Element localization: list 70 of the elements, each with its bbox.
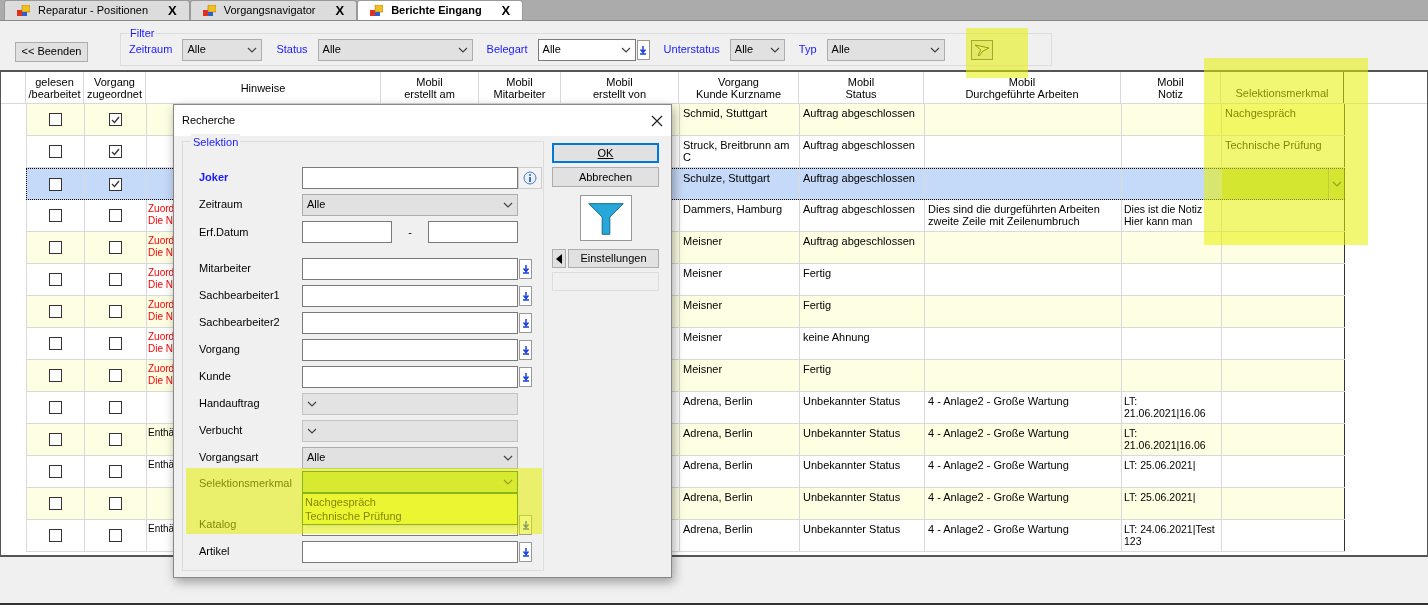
- table-cell-text: Dammers, Hamburg: [682, 202, 784, 215]
- table-cell: Zuord Die N: [147, 203, 175, 227]
- table-cell-text: Auftrag abgeschlossen: [802, 234, 916, 247]
- table-cell-text: Nachgespräch: [1224, 106, 1297, 119]
- table-cell-text: Auftrag abgeschlossen: [802, 138, 916, 151]
- dialog-title: Recherche: [182, 113, 236, 129]
- table-cell-text: Adrena, Berlin: [682, 522, 754, 535]
- table-cell: Zuord Die N: [147, 299, 175, 323]
- table-cell-text: Meisner: [682, 330, 724, 343]
- table-cell-text: Meisner: [682, 266, 724, 279]
- table-cell-text: LT: 25.06.2021|: [1123, 491, 1196, 503]
- filter-label: Zeitraum: [129, 42, 173, 58]
- tab-label: Berichte Eingang: [391, 3, 482, 19]
- table-cell: Zuord Die N: [147, 363, 175, 387]
- table-cell-text: LT: 25.06.2021|: [1123, 459, 1196, 471]
- field-label: Vorgang: [199, 342, 241, 358]
- field-label: Joker: [199, 170, 230, 186]
- table-cell-text: Auftrag abgeschlossen: [802, 202, 916, 215]
- table-cell-text: Meisner: [682, 298, 724, 311]
- field-label: Zeitraum: [199, 197, 244, 213]
- field-label: Mitarbeiter: [199, 261, 252, 277]
- field-label: Sachbearbeiter2: [199, 315, 281, 331]
- table-cell-text: Unbekannter Status: [802, 458, 902, 471]
- table-cell-text: LT: 24.06.2021|Test 123: [1123, 523, 1215, 547]
- table-cell: Zuord Die N: [147, 331, 175, 355]
- field-label: Verbucht: [199, 423, 244, 439]
- table-cell: Zuord Die N: [147, 235, 175, 259]
- field-label: Selektionsmerkmal: [199, 476, 293, 491]
- table-cell-text: Adrena, Berlin: [682, 458, 754, 471]
- table-cell-text: Meisner: [682, 362, 724, 375]
- table-cell-text: Unbekannter Status: [802, 490, 902, 503]
- field-label: Katalog: [199, 517, 238, 533]
- table-cell-text: Unbekannter Status: [802, 394, 902, 407]
- table-cell-text: Fertig: [802, 298, 833, 311]
- filter-label: Typ: [798, 42, 817, 58]
- table-cell-text: 4 - Anlage2 - Große Wartung: [927, 394, 1070, 407]
- table-cell-text: Schulze, Stuttgart: [682, 171, 771, 184]
- table-cell-text: LT: 21.06.2021|16.06: [1123, 395, 1206, 419]
- table-cell-text: 4 - Anlage2 - Große Wartung: [927, 522, 1070, 535]
- table-cell-text: Technische Prüfung: [1224, 138, 1323, 151]
- table-cell: Enthä: [147, 459, 175, 471]
- filter-label: Status: [276, 42, 308, 58]
- table-cell: Enthä: [147, 523, 175, 535]
- table-cell-text: 4 - Anlage2 - Große Wartung: [927, 490, 1070, 503]
- table-cell-text: Dies ist die Notiz Hier kann man: [1123, 203, 1203, 227]
- table-cell-text: Auftrag abgeschlossen: [802, 106, 916, 119]
- table-cell-text: Struck, Breitbrunn am C: [682, 138, 791, 163]
- tab-label: Reparatur - Positionen: [38, 3, 149, 19]
- table-cell-text: keine Ahnung: [802, 330, 871, 343]
- table-cell-text: Unbekannter Status: [802, 522, 902, 535]
- table-cell-text: Fertig: [802, 362, 833, 375]
- table-cell: Enthä: [147, 427, 175, 439]
- table-cell-text: Fertig: [802, 266, 833, 279]
- table-cell-text: Unbekannter Status: [802, 426, 902, 439]
- table-cell-text: Meisner: [682, 234, 724, 247]
- table-cell: Zuord Die N: [147, 267, 175, 291]
- field-label: Kunde: [199, 369, 232, 385]
- tab-label: Vorgangsnavigator: [223, 3, 316, 19]
- table-cell-text: Dies sind die durgeführten Arbeiten zweite Zeile mit Zeilenumbruch: [927, 202, 1101, 227]
- filter-label: Belegart: [486, 42, 528, 58]
- table-cell-text: Auftrag abgeschlossen: [802, 171, 916, 184]
- table-cell-text: 4 - Anlage2 - Große Wartung: [927, 426, 1070, 439]
- table-cell-text: LT: 21.06.2021|16.06: [1123, 427, 1206, 451]
- field-label: Handauftrag: [199, 396, 261, 412]
- table-cell-text: Schmid, Stuttgart: [682, 106, 769, 119]
- table-cell-text: Adrena, Berlin: [682, 490, 754, 503]
- table-cell-text: Adrena, Berlin: [682, 394, 754, 407]
- table-cell-text: 4 - Anlage2 - Große Wartung: [927, 458, 1070, 471]
- filter-label: Unterstatus: [663, 42, 720, 58]
- table-cell-text: Adrena, Berlin: [682, 426, 754, 439]
